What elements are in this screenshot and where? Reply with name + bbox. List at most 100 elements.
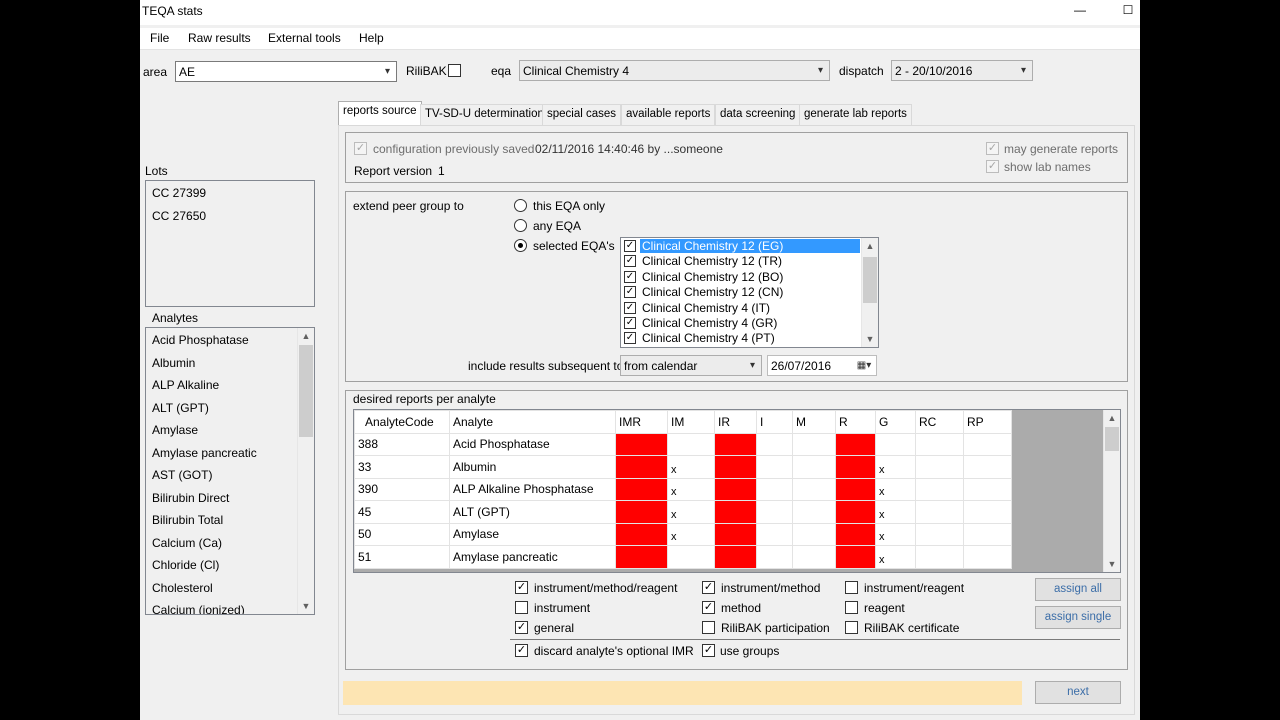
- analyte-item[interactable]: Calcium (Ca): [152, 536, 222, 550]
- table-row[interactable]: 45 ALT (GPT) x x: [354, 500, 1012, 524]
- lot-item[interactable]: CC 27650: [152, 209, 206, 223]
- report-cell-rp[interactable]: [963, 477, 1012, 501]
- im-cell[interactable]: x: [667, 500, 715, 524]
- analyte-item[interactable]: AST (GOT): [152, 468, 212, 482]
- report-cell-rc[interactable]: [915, 500, 964, 524]
- tab-available-reports[interactable]: available reports: [621, 104, 716, 125]
- report-cell-imr[interactable]: [615, 477, 668, 501]
- analyte-code-cell[interactable]: 388: [354, 432, 450, 456]
- report-cell-r[interactable]: [835, 500, 876, 524]
- radio-any-eqa[interactable]: [514, 219, 527, 232]
- column-header[interactable]: Analyte: [449, 410, 616, 434]
- eqa-scrollbar[interactable]: ▲ ▼: [861, 238, 878, 347]
- analyte-name-cell[interactable]: Amylase pancreatic: [449, 545, 616, 569]
- column-header[interactable]: RC: [915, 410, 964, 434]
- report-cell-i[interactable]: [756, 432, 793, 456]
- im-cell[interactable]: [667, 432, 715, 456]
- im-cell[interactable]: x: [667, 477, 715, 501]
- column-header[interactable]: M: [792, 410, 836, 434]
- report-cell-rp[interactable]: [963, 545, 1012, 569]
- report-cell-ir[interactable]: [714, 500, 757, 524]
- eqa-list-item[interactable]: ✓ Clinical Chemistry 12 (EG): [622, 239, 860, 254]
- report-cell-r[interactable]: [835, 455, 876, 479]
- menu-raw-results[interactable]: Raw results: [188, 31, 251, 45]
- analyte-name-cell[interactable]: Amylase: [449, 522, 616, 546]
- report-cell-rp[interactable]: [963, 522, 1012, 546]
- report-option-checkbox[interactable]: ✓: [515, 581, 528, 594]
- eqa-checkbox[interactable]: ✓: [624, 286, 636, 299]
- lot-item[interactable]: CC 27399: [152, 186, 206, 200]
- report-cell-m[interactable]: [792, 432, 836, 456]
- analyte-code-cell[interactable]: 51: [354, 545, 450, 569]
- report-cell-rc[interactable]: [915, 522, 964, 546]
- report-option-checkbox[interactable]: ✓: [702, 601, 715, 614]
- menu-external-tools[interactable]: External tools: [268, 31, 341, 45]
- maximize-icon[interactable]: ☐: [1119, 3, 1137, 19]
- scroll-up-icon[interactable]: ▲: [298, 328, 314, 344]
- analyte-item[interactable]: Albumin: [152, 356, 195, 370]
- menu-help[interactable]: Help: [359, 31, 384, 45]
- assign-single-button[interactable]: assign single: [1035, 606, 1121, 629]
- eqa-select[interactable]: Clinical Chemistry 4 ▾: [519, 60, 830, 81]
- report-cell-i[interactable]: [756, 477, 793, 501]
- table-row[interactable]: 50 Amylase x x: [354, 522, 1012, 546]
- analyte-code-cell[interactable]: 50: [354, 522, 450, 546]
- show-lab-names-checkbox[interactable]: ✓: [986, 160, 999, 173]
- report-cell-m[interactable]: [792, 477, 836, 501]
- report-cell-rc[interactable]: [915, 477, 964, 501]
- analyte-name-cell[interactable]: Albumin: [449, 455, 616, 479]
- column-header[interactable]: IM: [667, 410, 715, 434]
- analyte-item[interactable]: Cholesterol: [152, 581, 213, 595]
- eqa-checkbox[interactable]: ✓: [624, 270, 636, 283]
- report-cell-imr[interactable]: [615, 455, 668, 479]
- scroll-up-icon[interactable]: ▲: [862, 238, 878, 254]
- report-cell-m[interactable]: [792, 522, 836, 546]
- report-cell-m[interactable]: [792, 545, 836, 569]
- report-cell-ir[interactable]: [714, 522, 757, 546]
- eqa-list-item[interactable]: ✓ Clinical Chemistry 4 (PT): [622, 331, 860, 346]
- include-results-select[interactable]: from calendar ▾: [620, 355, 762, 376]
- report-cell-i[interactable]: [756, 500, 793, 524]
- g-cell[interactable]: x: [875, 545, 916, 569]
- column-header[interactable]: AnalyteCode: [354, 410, 450, 434]
- table-row[interactable]: 390 ALP Alkaline Phosphatase x x: [354, 477, 1012, 501]
- report-option-checkbox[interactable]: [515, 601, 528, 614]
- table-row[interactable]: 51 Amylase pancreatic x: [354, 545, 1012, 569]
- report-cell-i[interactable]: [756, 545, 793, 569]
- eqa-checkbox[interactable]: ✓: [624, 240, 636, 252]
- report-option-checkbox[interactable]: ✓: [702, 581, 715, 594]
- report-cell-ir[interactable]: [714, 455, 757, 479]
- eqa-list-item[interactable]: ✓ Clinical Chemistry 12 (CN): [622, 285, 860, 300]
- report-cell-rp[interactable]: [963, 432, 1012, 456]
- column-header[interactable]: R: [835, 410, 876, 434]
- may-generate-checkbox[interactable]: ✓: [986, 142, 999, 155]
- report-cell-ir[interactable]: [714, 432, 757, 456]
- analyte-item[interactable]: Calcium (ionized): [152, 603, 245, 614]
- analyte-item[interactable]: Amylase: [152, 423, 198, 437]
- report-cell-imr[interactable]: [615, 545, 668, 569]
- report-cell-i[interactable]: [756, 455, 793, 479]
- column-header[interactable]: IR: [714, 410, 757, 434]
- g-cell[interactable]: x: [875, 477, 916, 501]
- report-cell-imr[interactable]: [615, 432, 668, 456]
- scroll-down-icon[interactable]: ▼: [862, 331, 878, 347]
- menu-file[interactable]: File: [150, 31, 169, 45]
- eqa-list-item[interactable]: ✓ Clinical Chemistry 4 (GR): [622, 316, 860, 331]
- analyte-code-cell[interactable]: 45: [354, 500, 450, 524]
- rilibak-checkbox[interactable]: [448, 64, 461, 77]
- minimize-icon[interactable]: —: [1071, 3, 1089, 19]
- analytes-scrollbar[interactable]: ▲ ▼: [297, 328, 314, 614]
- table-row[interactable]: 388 Acid Phosphatase: [354, 432, 1012, 456]
- column-header[interactable]: RP: [963, 410, 1012, 434]
- report-cell-r[interactable]: [835, 545, 876, 569]
- im-cell[interactable]: x: [667, 522, 715, 546]
- scroll-thumb[interactable]: [1105, 427, 1119, 451]
- report-cell-rp[interactable]: [963, 455, 1012, 479]
- tab-tv-sd-u[interactable]: TV-SD-U determination: [420, 104, 549, 125]
- g-cell[interactable]: x: [875, 522, 916, 546]
- radio-this-eqa[interactable]: [514, 199, 527, 212]
- column-header[interactable]: G: [875, 410, 916, 434]
- tab-special-cases[interactable]: special cases: [542, 104, 622, 125]
- dispatch-select[interactable]: 2 - 20/10/2016 ▾: [891, 60, 1033, 81]
- im-cell[interactable]: x: [667, 455, 715, 479]
